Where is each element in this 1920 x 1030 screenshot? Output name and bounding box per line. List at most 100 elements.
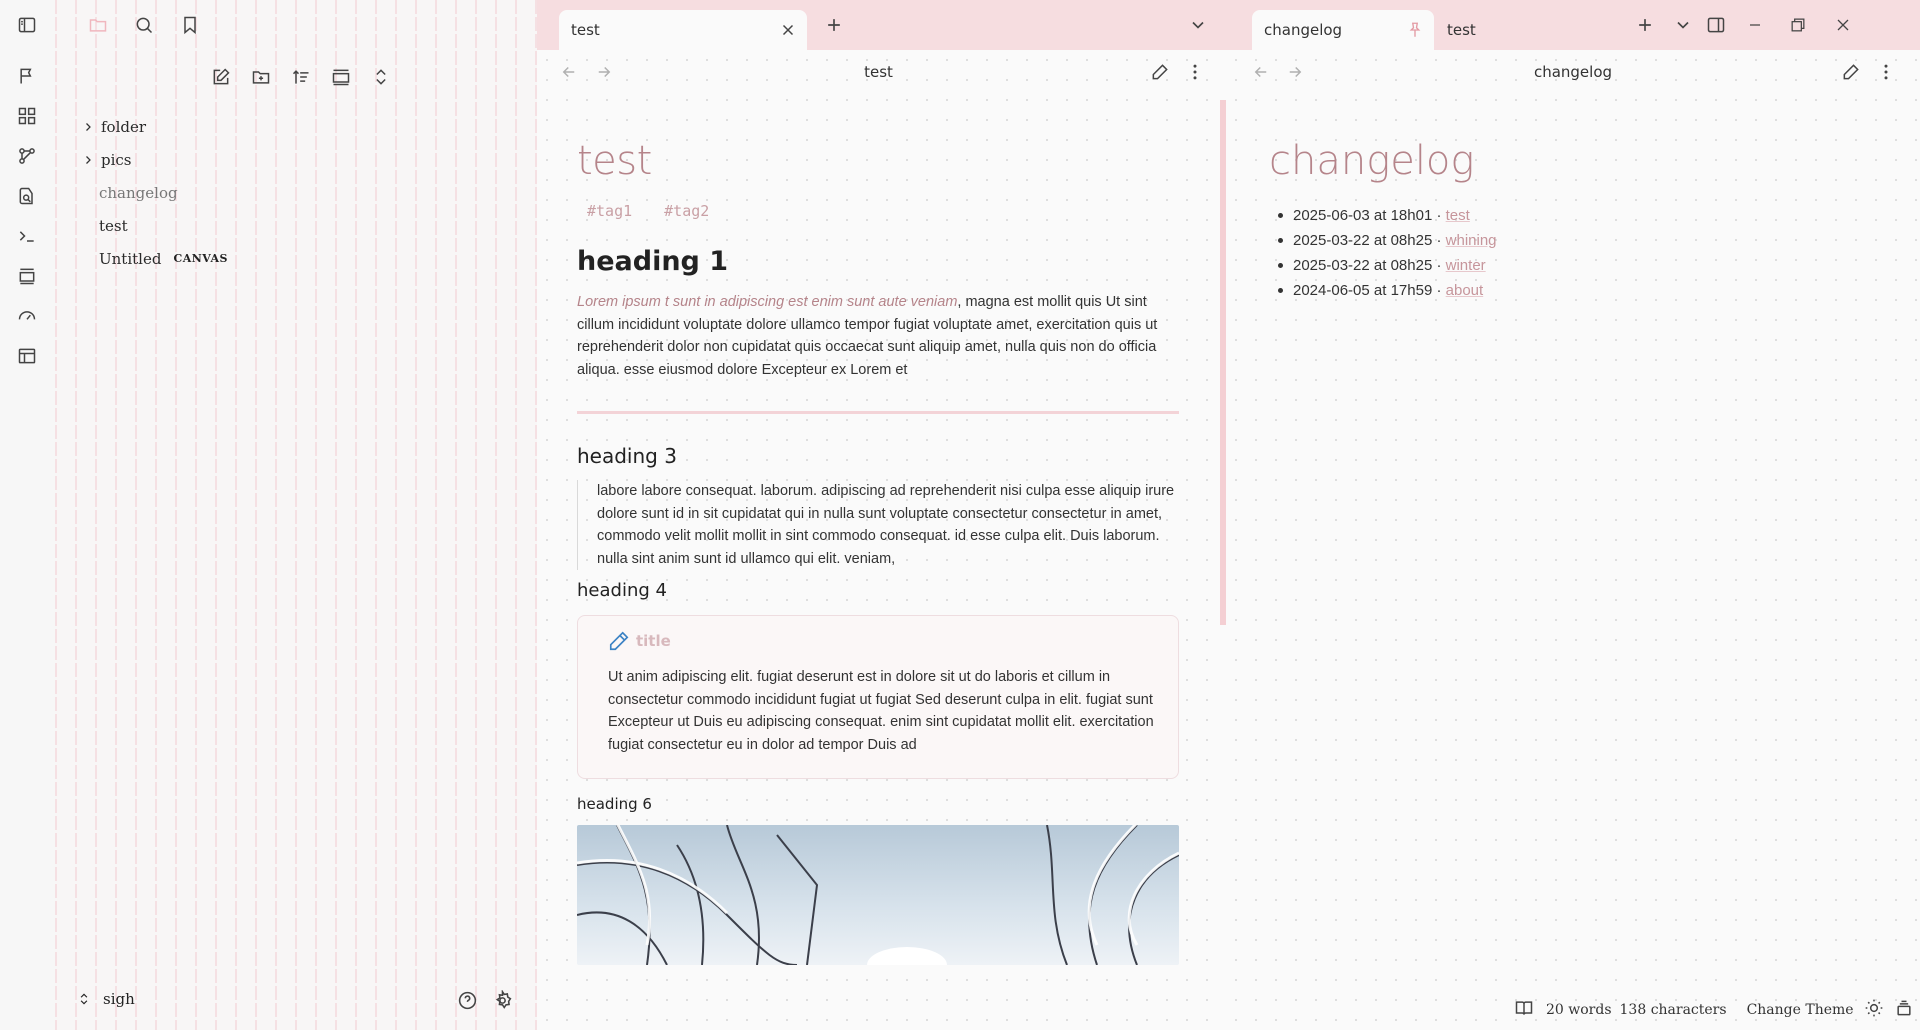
- vault-switcher[interactable]: sigh: [77, 990, 135, 1008]
- callout-body: Ut anim adipiscing elit. fugiat deserunt…: [608, 669, 1154, 753]
- snowy-branches-illustration: [577, 825, 1179, 965]
- collapse-expand-icon[interactable]: [361, 64, 401, 90]
- gauge-icon[interactable]: [14, 303, 40, 329]
- list-item: 2025-03-22 at 08h25 · winter: [1278, 253, 1497, 278]
- layers-icon[interactable]: [1894, 998, 1914, 1022]
- pane-title[interactable]: test: [537, 63, 1220, 81]
- tree-folder[interactable]: pics: [77, 143, 228, 176]
- more-options-icon[interactable]: [1876, 62, 1898, 84]
- blockquote: labore labore consequat. laborum. adipis…: [577, 480, 1179, 570]
- paragraph: Lorem ipsum t sunt in adipiscing est eni…: [577, 291, 1179, 381]
- separator: ·: [1432, 282, 1446, 299]
- heading-6: heading 6: [577, 795, 652, 813]
- flag-icon[interactable]: [14, 63, 40, 89]
- pane-header: changelog: [1226, 50, 1920, 96]
- tree-item-label: changelog: [99, 183, 178, 202]
- chevron-right-icon[interactable]: [77, 121, 99, 133]
- tab-label: test: [1447, 21, 1476, 39]
- separator: ·: [1432, 232, 1446, 249]
- terminal-icon[interactable]: [14, 223, 40, 249]
- help-icon[interactable]: [457, 990, 478, 1015]
- tab-list-chevron-icon[interactable]: [1187, 14, 1209, 36]
- tree-item-label: pics: [101, 150, 132, 169]
- tree-folder[interactable]: folder: [77, 110, 228, 143]
- tag[interactable]: #tag2: [654, 202, 719, 220]
- settings-gear-icon[interactable]: [492, 989, 513, 1015]
- auto-reveal-icon[interactable]: [321, 64, 361, 90]
- tree-item-label: Untitled: [99, 249, 162, 268]
- graph-icon[interactable]: [14, 143, 40, 169]
- separator: ·: [1432, 207, 1446, 224]
- tree-file[interactable]: test: [77, 209, 228, 242]
- folder-icon[interactable]: [75, 12, 121, 38]
- restore-icon[interactable]: [1787, 14, 1809, 36]
- new-folder-icon[interactable]: [241, 64, 281, 90]
- more-options-icon[interactable]: [1185, 62, 1207, 84]
- ribbon: [0, 0, 55, 1030]
- edit-pencil-icon[interactable]: [1150, 62, 1172, 84]
- note-content: test #tag1 #tag2 heading 1 Lorem ipsum t…: [577, 138, 1179, 965]
- heading-1: heading 1: [577, 246, 729, 277]
- edit-pencil-icon[interactable]: [1841, 62, 1863, 84]
- tab-test-right[interactable]: test: [1435, 10, 1585, 50]
- close-icon[interactable]: [779, 21, 797, 43]
- note-link[interactable]: whining: [1446, 232, 1497, 249]
- new-note-icon[interactable]: [201, 64, 241, 90]
- right-sidebar-toggle-icon[interactable]: [1705, 14, 1727, 36]
- dashboard-icon[interactable]: [14, 103, 40, 129]
- new-tab-plus-icon[interactable]: [823, 14, 845, 36]
- tag[interactable]: #tag1: [577, 202, 642, 220]
- tab-changelog[interactable]: changelog: [1252, 10, 1434, 50]
- note-link[interactable]: about: [1446, 282, 1484, 299]
- note-title[interactable]: changelog: [1269, 138, 1474, 184]
- pencil-icon: [609, 631, 629, 651]
- list-item: 2025-03-22 at 08h25 · whining: [1278, 228, 1497, 253]
- chevron-up-down-icon: [80, 993, 88, 1005]
- minimize-icon[interactable]: [1744, 14, 1766, 36]
- file-tree: folder pics changelog test Untitled CANV…: [77, 110, 228, 275]
- bookmark-icon[interactable]: [167, 12, 213, 38]
- editor-pane-changelog: changelog changelog 2025-06-03 at 18h01 …: [1226, 50, 1920, 1030]
- callout-header: title: [608, 630, 1156, 652]
- tab-test[interactable]: test: [559, 10, 807, 50]
- sort-icon[interactable]: [281, 64, 321, 90]
- note-link[interactable]: winter: [1446, 257, 1486, 274]
- status-bar: 20 words 138 characters Change Theme: [1514, 998, 1914, 1022]
- layout-icon[interactable]: [14, 263, 40, 289]
- pane-header: test: [537, 50, 1220, 96]
- search-icon[interactable]: [121, 12, 167, 38]
- table-icon[interactable]: [14, 343, 40, 369]
- vault-actions: [457, 989, 513, 1015]
- entry-date: 2025-03-22 at 08h25: [1293, 257, 1433, 274]
- tree-item-label: test: [99, 216, 128, 235]
- horizontal-rule: [577, 411, 1179, 414]
- tree-file[interactable]: changelog: [77, 176, 228, 209]
- canvas-badge: CANVAS: [173, 252, 228, 265]
- sun-icon[interactable]: [1864, 998, 1884, 1022]
- callout-title: title: [636, 632, 671, 650]
- new-tab-plus-icon[interactable]: [1634, 14, 1656, 36]
- tree-file[interactable]: Untitled CANVAS: [77, 242, 228, 275]
- separator: ·: [1432, 257, 1446, 274]
- entry-date: 2024-06-05 at 17h59: [1293, 282, 1433, 299]
- note-link[interactable]: test: [1446, 207, 1470, 224]
- editor-pane-test: test test #tag1 #tag2 heading 1 Lorem ip…: [537, 50, 1220, 1030]
- tag-list: #tag1 #tag2: [577, 202, 1179, 220]
- list-item: 2024-06-05 at 17h59 · about: [1278, 278, 1497, 303]
- explorer-toolbar: [201, 64, 401, 90]
- sidebar-toggle-icon[interactable]: [14, 12, 40, 38]
- sidebar-top-icons: [75, 12, 213, 38]
- changelog-list: 2025-06-03 at 18h01 · test 2025-03-22 at…: [1278, 203, 1497, 303]
- entry-date: 2025-03-22 at 08h25: [1293, 232, 1433, 249]
- tab-list-chevron-icon[interactable]: [1672, 14, 1694, 36]
- character-count: 138 characters: [1619, 1002, 1727, 1018]
- window-close-icon[interactable]: [1832, 14, 1854, 36]
- word-count: 20 words: [1546, 1002, 1612, 1018]
- change-theme-button[interactable]: Change Theme: [1747, 1002, 1854, 1018]
- note-title[interactable]: test: [577, 138, 1179, 184]
- reading-mode-book-icon[interactable]: [1514, 998, 1534, 1022]
- file-search-icon[interactable]: [14, 183, 40, 209]
- pane-title[interactable]: changelog: [1226, 63, 1920, 81]
- chevron-right-icon[interactable]: [77, 154, 99, 166]
- pin-icon[interactable]: [1406, 21, 1424, 43]
